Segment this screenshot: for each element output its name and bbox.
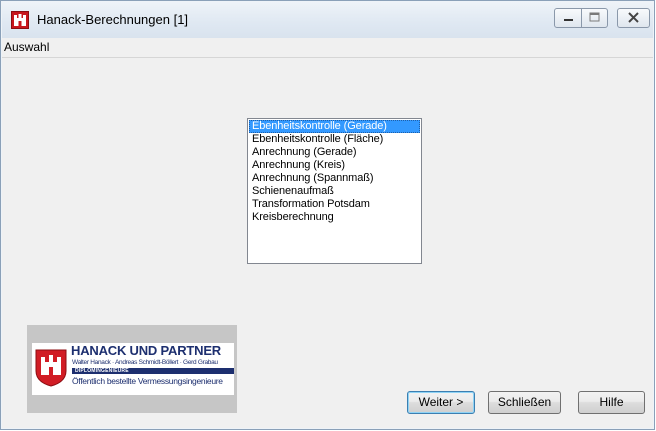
list-item[interactable]: Anrechnung (Kreis) [249,159,420,172]
title-bar[interactable]: Hanack-Berechnungen [1] [2,2,653,38]
hamburg-castle-icon [11,11,29,29]
maximize-button[interactable] [581,8,608,28]
close-button[interactable] [617,8,650,28]
company-logo: HANACK UND PARTNER Walter Hanack · Andre… [27,325,237,413]
list-item[interactable]: Ebenheitskontrolle (Fläche) [249,133,420,146]
window-title: Hanack-Berechnungen [1] [37,12,189,27]
hamburg-coat-of-arms-icon [35,349,67,387]
menu-bar: Auswahl [2,38,653,58]
main-window: Hanack-Berechnungen [1] Auswahl Ebenheit… [0,0,655,430]
list-item[interactable]: Transformation Potsdam [249,198,420,211]
close-icon [628,12,639,23]
close-dialog-button[interactable]: Schließen [488,391,561,414]
menu-auswahl[interactable]: Auswahl [3,40,50,54]
help-button[interactable]: Hilfe [578,391,645,414]
minimize-button[interactable] [554,8,582,28]
list-item[interactable]: Anrechnung (Gerade) [249,146,420,159]
maximize-icon [589,12,600,22]
logo-degree-bar: DIPLOMINGENIEURE [72,368,234,374]
logo-panel: HANACK UND PARTNER Walter Hanack · Andre… [32,343,234,395]
logo-company-name: HANACK UND PARTNER [71,343,221,358]
list-item[interactable]: Ebenheitskontrolle (Gerade) [249,120,420,133]
minimize-icon [564,19,573,21]
list-item[interactable]: Anrechnung (Spannmaß) [249,172,420,185]
calculation-listbox[interactable]: Ebenheitskontrolle (Gerade) Ebenheitskon… [247,118,422,264]
logo-description: Öffentlich bestellte Vermessungsingenieu… [72,376,223,386]
logo-partners: Walter Hanack · Andreas Schmidt-Böllert … [72,359,218,366]
list-item[interactable]: Schienenaufmaß [249,185,420,198]
logo-degree: DIPLOMINGENIEURE [75,368,129,374]
next-button[interactable]: Weiter > [407,391,475,414]
list-item[interactable]: Kreisberechnung [249,211,420,224]
